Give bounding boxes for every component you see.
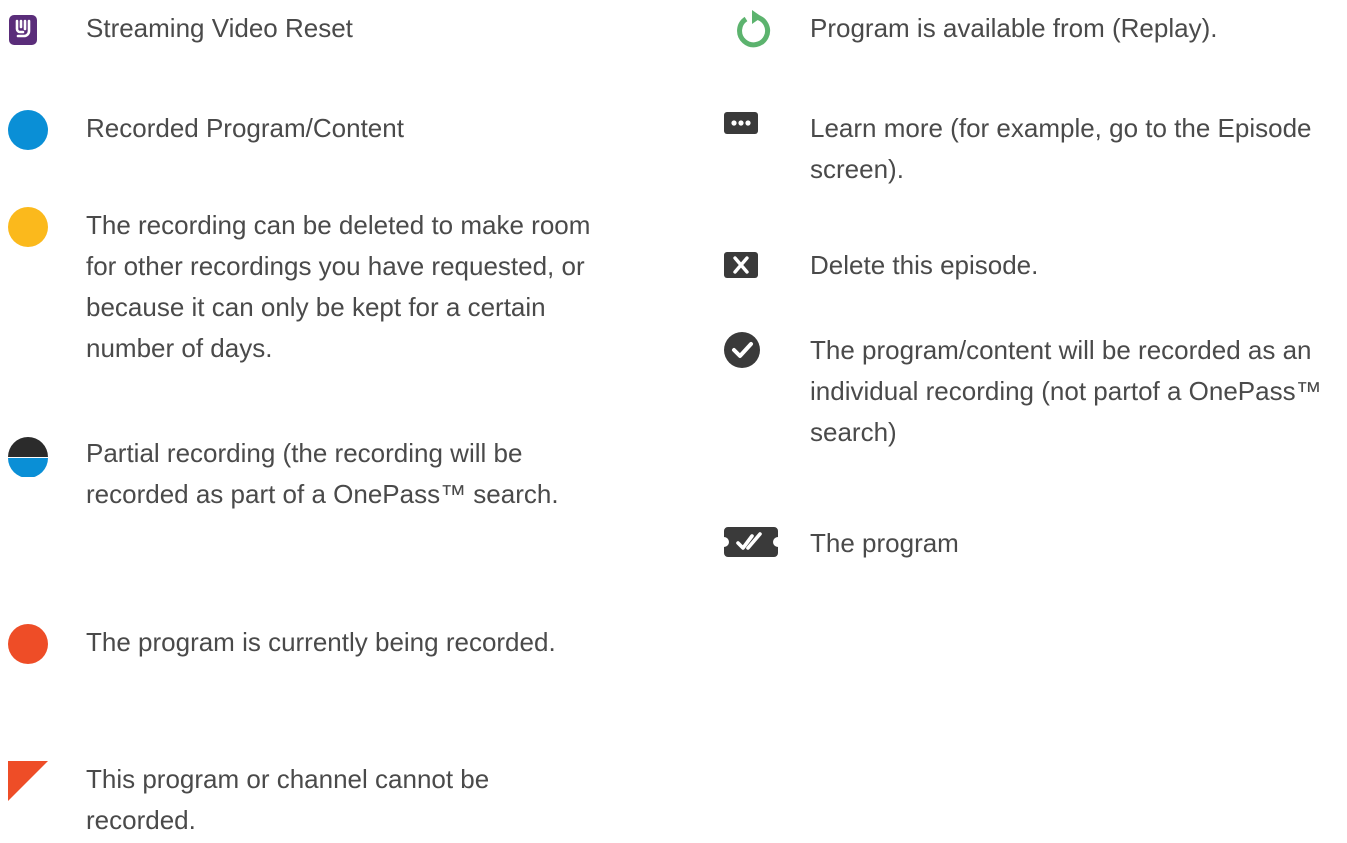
legend-text: Program is available from (Replay). (810, 13, 1218, 43)
delete-x-icon (724, 252, 758, 278)
check-circle-icon (724, 332, 760, 368)
streaming-video-reset-icon (8, 14, 38, 46)
legend-text: Partial recording (the recording will be… (86, 438, 559, 509)
legend-text: Learn more (for example, go to the Episo… (810, 113, 1312, 184)
replay-arrow-icon (732, 10, 772, 50)
legend-text: Delete this episode. (810, 250, 1039, 280)
more-dots-icon (724, 112, 758, 134)
legend-text: The program is currently being recorded. (86, 627, 556, 657)
recorded-blue-dot-icon (8, 110, 48, 150)
legend-page: Streaming Video Reset Recorded Program/C… (0, 0, 1347, 843)
double-check-ticket-icon (724, 527, 778, 557)
red-dot-icon (8, 624, 48, 664)
partial-recording-dot-icon (8, 437, 48, 478)
legend-text: Streaming Video Reset (86, 13, 353, 43)
red-corner-triangle-icon (8, 761, 48, 801)
legend-text: The program/content will be recorded as … (810, 335, 1322, 447)
legend-text: The recording can be deleted to make roo… (86, 210, 591, 363)
yellow-dot-icon (8, 207, 48, 247)
legend-text: The program (810, 528, 959, 558)
legend-text: Recorded Program/Content (86, 113, 404, 143)
legend-text: This program or channel cannot be record… (86, 764, 490, 835)
